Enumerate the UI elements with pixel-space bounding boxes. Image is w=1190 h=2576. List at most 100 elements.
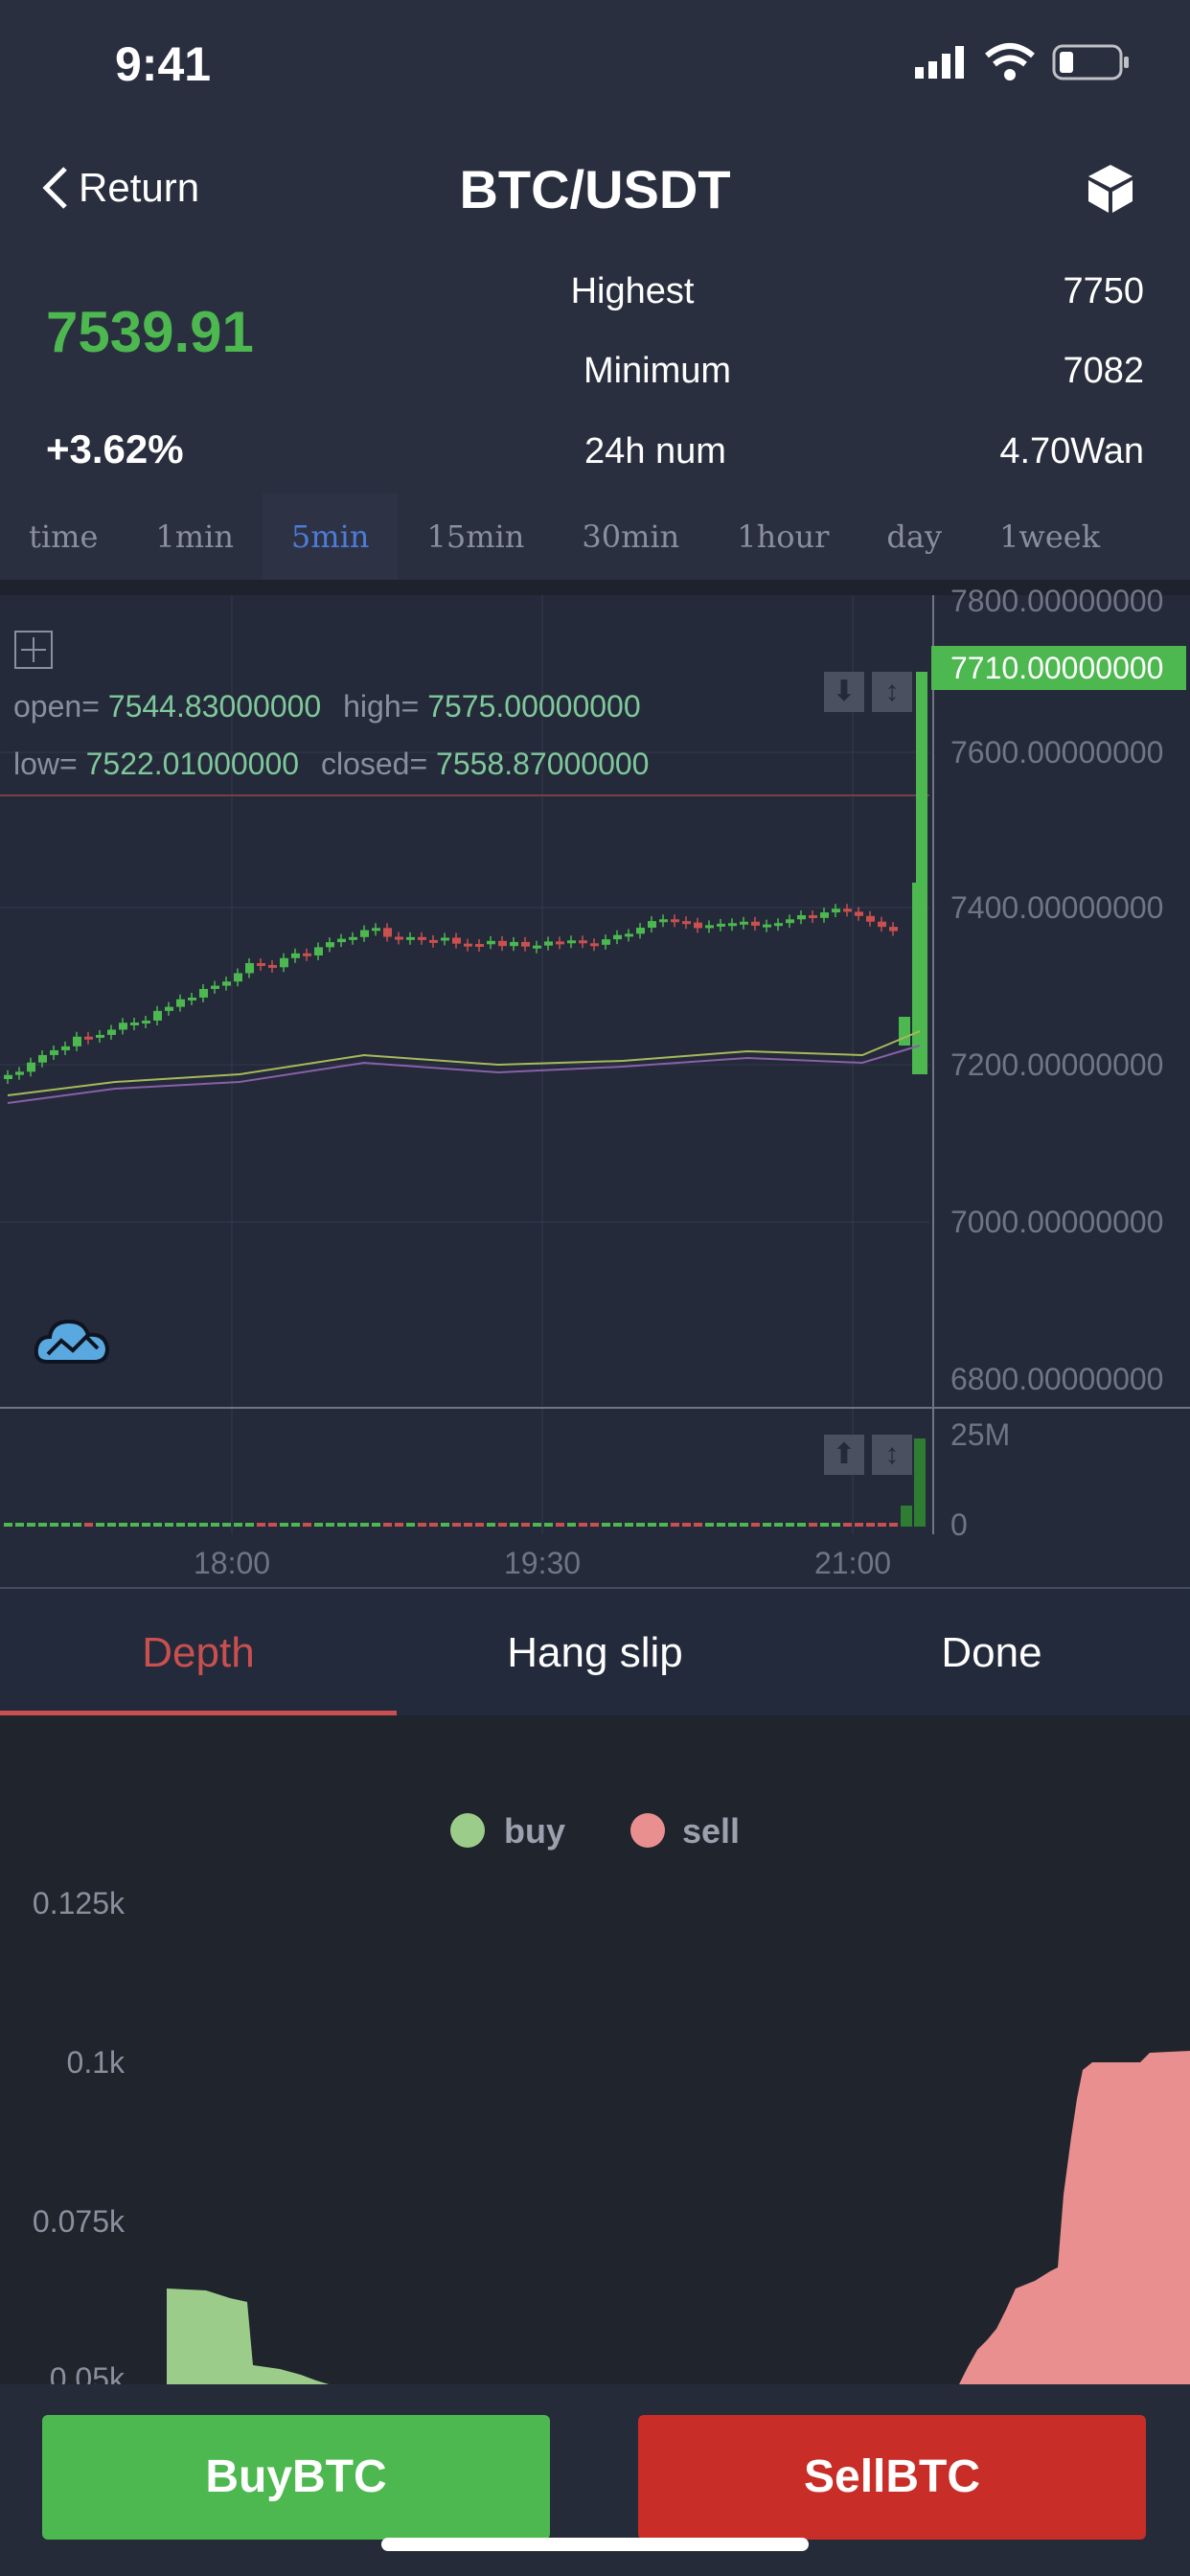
volume-bar — [590, 1523, 599, 1527]
candle — [418, 936, 426, 940]
volume-bar — [648, 1523, 656, 1527]
sell-button[interactable]: SellBTC — [638, 2415, 1146, 2540]
volume-bar — [659, 1523, 668, 1527]
volume-bar — [914, 1438, 926, 1527]
volume-bar — [613, 1523, 622, 1527]
candle — [73, 1036, 81, 1046]
candle — [291, 953, 300, 958]
volume-bar — [429, 1523, 438, 1527]
candle — [809, 915, 817, 919]
tab-hang-slip[interactable]: Hang slip — [397, 1591, 793, 1715]
battery-icon — [1052, 44, 1129, 80]
volume-bar — [372, 1523, 380, 1527]
volume-bar — [832, 1523, 840, 1527]
ohlc-row-2: low= 7522.01000000 closed= 7558.87000000 — [13, 747, 649, 782]
volume-bar — [487, 1523, 495, 1527]
stat-value-minimum: 7082 — [1063, 351, 1144, 391]
volume-bar — [153, 1523, 162, 1527]
candle — [441, 937, 449, 941]
candle — [395, 936, 403, 940]
volume-bar — [763, 1523, 771, 1527]
buy-button[interactable]: BuyBTC — [42, 2415, 550, 2540]
candle — [107, 1029, 116, 1035]
volume-bar — [383, 1523, 392, 1527]
candle — [429, 939, 438, 943]
tab-1week[interactable]: 1week — [971, 494, 1129, 580]
resize-icon[interactable]: ↕ — [872, 672, 912, 712]
volume-bar — [234, 1523, 242, 1527]
volume-bar — [38, 1523, 47, 1527]
candle — [464, 943, 472, 947]
tab-15min[interactable]: 15min — [398, 494, 553, 580]
candle — [337, 938, 346, 943]
volume-bar — [418, 1523, 426, 1527]
candle — [119, 1023, 127, 1030]
volume-bar — [510, 1523, 518, 1527]
volume-bar — [176, 1523, 185, 1527]
sell-depth-area — [958, 2051, 1190, 2386]
tab-day[interactable]: day — [858, 494, 971, 580]
volume-bar — [326, 1523, 334, 1527]
scroll-down-icon[interactable]: ⬇ — [824, 672, 864, 712]
volume-resize-icon[interactable]: ↕ — [872, 1435, 912, 1475]
y-tick: 7200.00000000 — [950, 1047, 1164, 1082]
volume-bar — [889, 1523, 898, 1527]
volume-bar — [245, 1523, 254, 1527]
tab-depth[interactable]: Depth — [0, 1591, 397, 1715]
tab-30min[interactable]: 30min — [553, 494, 708, 580]
volume-bar — [349, 1523, 357, 1527]
volume-bar — [475, 1523, 484, 1527]
candle — [855, 911, 863, 916]
volume-bar — [521, 1523, 530, 1527]
tab-time[interactable]: time — [0, 494, 126, 580]
candle — [498, 940, 507, 947]
tab-1min[interactable]: 1min — [126, 494, 263, 580]
candle — [50, 1049, 58, 1055]
candle — [899, 1017, 910, 1046]
status-time: 9:41 — [115, 37, 212, 91]
candle — [188, 997, 196, 1000]
tab-5min[interactable]: 5min — [262, 494, 399, 580]
tab-1hour[interactable]: 1hour — [708, 494, 858, 580]
candle — [61, 1046, 70, 1050]
candle — [613, 934, 622, 940]
volume-bar — [15, 1523, 24, 1527]
volume-bar — [280, 1523, 288, 1527]
tab-done[interactable]: Done — [793, 1591, 1190, 1715]
volume-bar — [314, 1523, 323, 1527]
candle — [84, 1036, 93, 1040]
y-tick: 6800.00000000 — [950, 1362, 1164, 1396]
status-bar: 9:41 — [0, 0, 1190, 134]
candle — [383, 928, 392, 937]
candle — [349, 936, 357, 940]
last-price: 7539.91 — [46, 300, 254, 364]
volume-bar — [533, 1523, 541, 1527]
candle — [774, 923, 783, 927]
high-label: high= — [343, 689, 420, 724]
candle — [96, 1034, 104, 1038]
volume-bar — [165, 1523, 173, 1527]
cloud-chart-icon[interactable] — [34, 1314, 111, 1368]
crosshair-toggle-icon[interactable] — [13, 630, 54, 670]
candle — [280, 957, 288, 968]
volume-bar — [740, 1523, 748, 1527]
volume-bar — [625, 1523, 633, 1527]
volume-bar — [498, 1523, 507, 1527]
price-change: +3.62% — [46, 426, 184, 472]
scroll-up-icon[interactable]: ⬆ — [824, 1435, 864, 1475]
volume-bar — [579, 1523, 587, 1527]
candle — [38, 1054, 47, 1063]
cube-icon[interactable] — [1087, 163, 1134, 215]
volume-bar — [107, 1523, 116, 1527]
candle — [843, 908, 852, 912]
candle — [510, 941, 518, 947]
volume-bar — [705, 1523, 714, 1527]
kline-chart[interactable]: open= 7544.83000000 high= 7575.00000000 … — [0, 584, 1190, 1591]
home-indicator[interactable] — [381, 2538, 809, 2551]
current-price-tag: 7710.00000000 — [931, 646, 1186, 690]
candle — [406, 936, 415, 940]
candle — [602, 939, 610, 945]
x-tick: 18:00 — [194, 1546, 271, 1580]
wifi-icon — [985, 43, 1035, 80]
volume-bar — [395, 1523, 403, 1527]
